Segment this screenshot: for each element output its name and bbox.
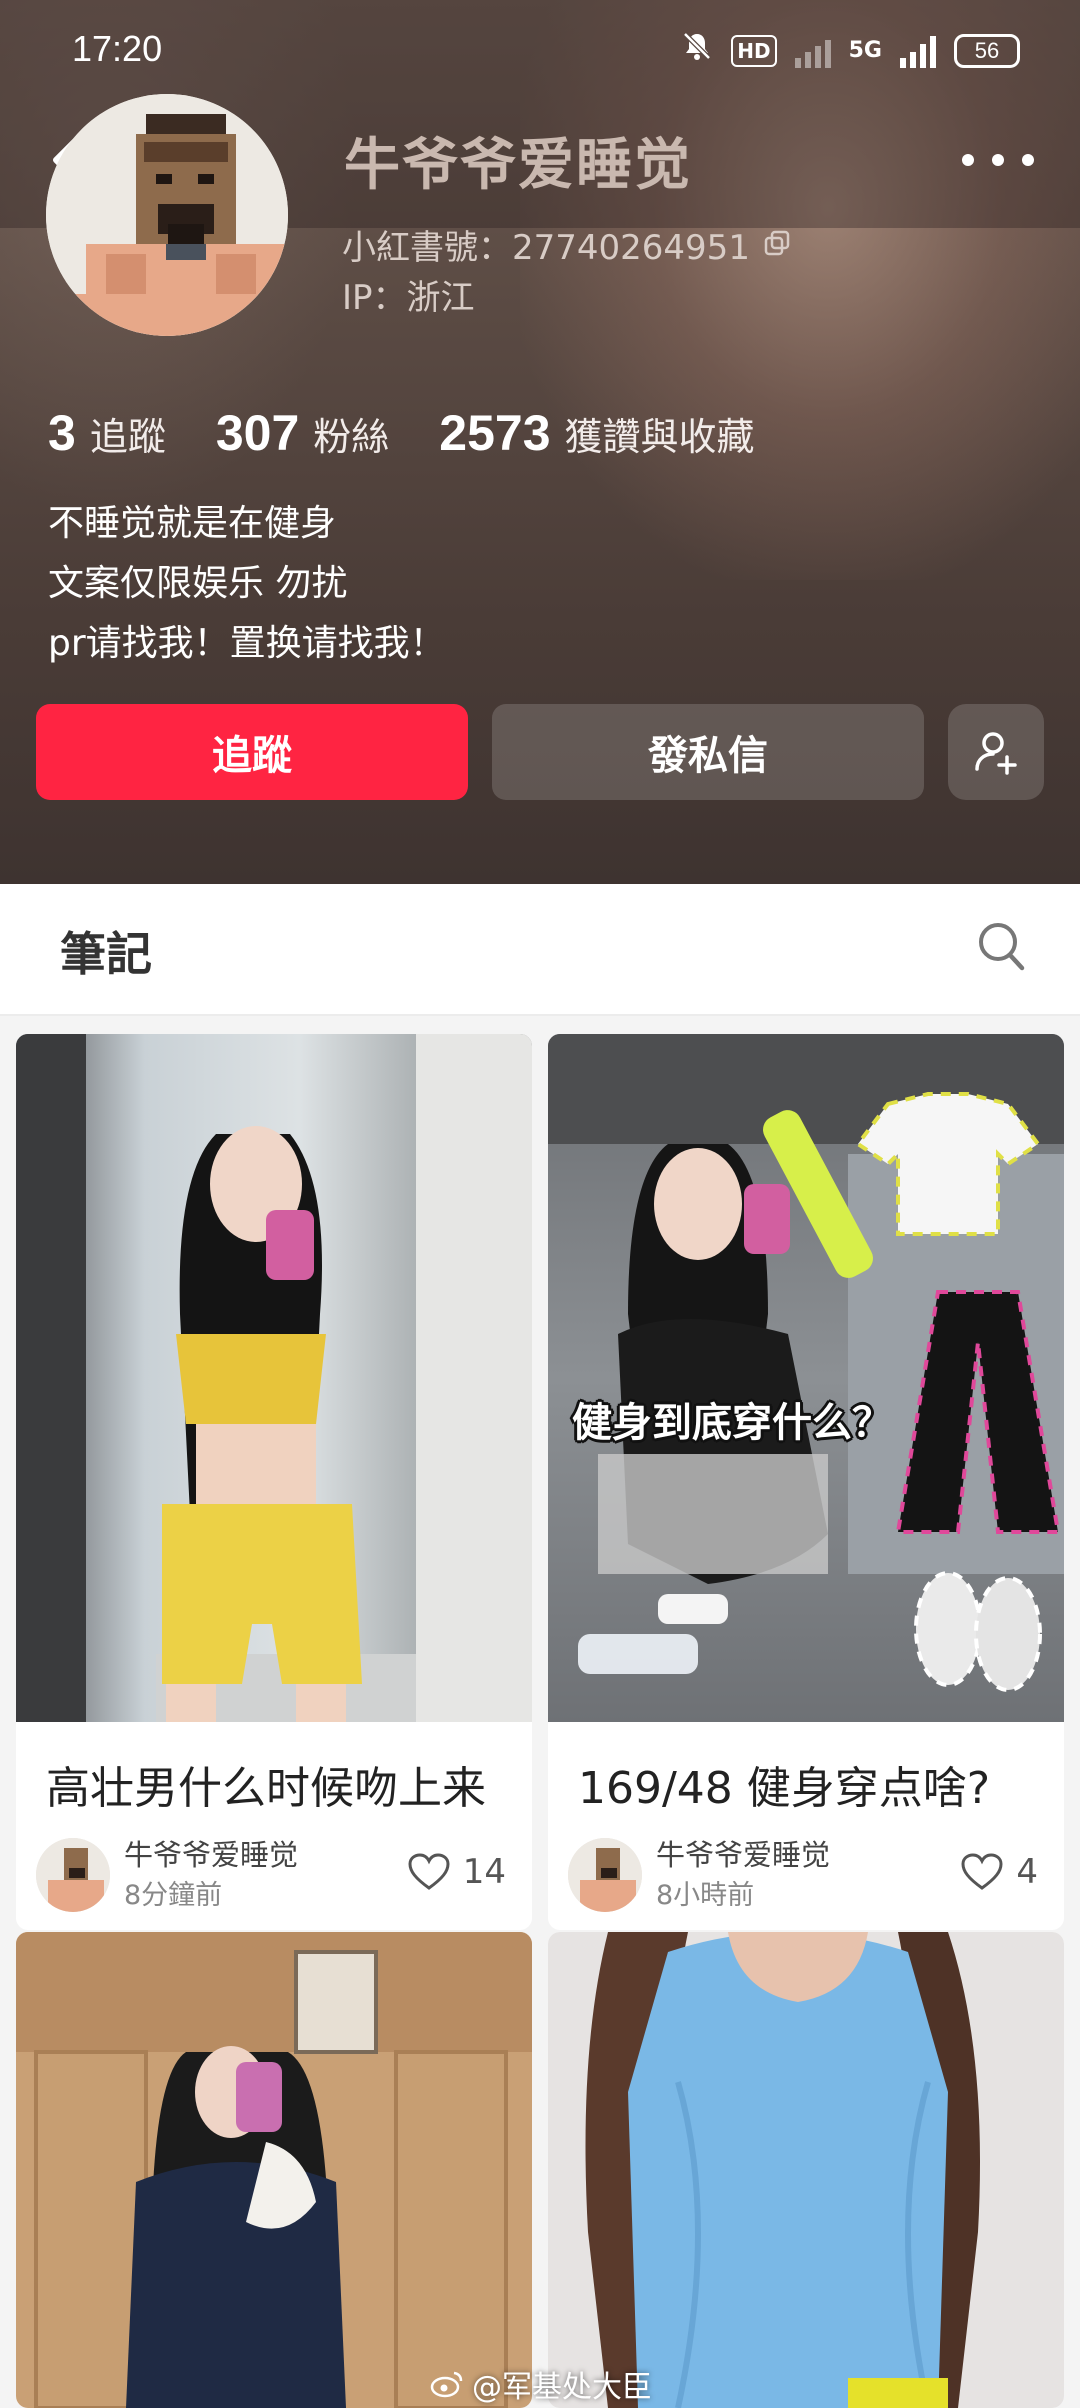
- note-title: 高壮男什么时候吻上来: [46, 1763, 486, 1814]
- tab-notes[interactable]: 筆記: [60, 918, 152, 984]
- profile-stats: 3 追蹤 307 粉絲 2573 獲讚與收藏: [48, 404, 805, 462]
- red-id: 小紅書號：27740264951: [342, 220, 790, 269]
- heart-icon: [408, 1853, 450, 1890]
- stat-followers[interactable]: 307 粉絲: [216, 404, 389, 462]
- post-time: 8小時前: [656, 1880, 755, 1911]
- bio-line: pr请找我！置换请找我！: [48, 623, 446, 664]
- avatar[interactable]: [46, 94, 288, 336]
- nickname: 牛爷爷爱睡觉: [344, 133, 692, 198]
- like-button[interactable]: 4: [960, 1852, 1038, 1892]
- hd-voice-icon: HD: [731, 34, 777, 67]
- clock: 17:20: [72, 28, 163, 69]
- stat-following[interactable]: 3 追蹤: [48, 404, 166, 462]
- signal-icon: [794, 34, 831, 68]
- note-card[interactable]: [16, 1932, 532, 2408]
- stat-likes-collections[interactable]: 2573 獲讚與收藏: [439, 404, 754, 462]
- add-friend-button[interactable]: [948, 704, 1044, 800]
- ip-location: IP：浙江: [342, 278, 475, 318]
- heart-icon: [961, 1853, 1003, 1890]
- profile-header: 17:20 HD 5G 56 牛爷爷爱睡觉 小紅書號：27740264951 I…: [0, 0, 1080, 884]
- status-bar: 17:20 HD 5G 56: [0, 0, 1080, 96]
- note-title: 169/48 健身穿点啥?: [578, 1763, 991, 1814]
- author-name: 牛爷爷爱睡觉: [656, 1838, 831, 1872]
- weibo-logo-icon: [430, 2371, 463, 2398]
- author-avatar: [36, 1838, 110, 1912]
- bio-line: 不睡觉就是在健身: [48, 503, 337, 544]
- bio-line: 文案仅限娱乐 勿扰: [48, 563, 348, 604]
- more-options-button[interactable]: [962, 140, 1034, 180]
- note-cover-image: [16, 1034, 532, 1722]
- note-cover-image: 健身到底穿什么？: [548, 1034, 1064, 1722]
- signal-strength-icon: [900, 34, 936, 68]
- mute-icon: [681, 30, 713, 71]
- author-name: 牛爷爷爱睡觉: [124, 1838, 299, 1872]
- more-dots-icon: [962, 154, 974, 166]
- note-author[interactable]: 牛爷爷爱睡觉 8小時前: [568, 1834, 830, 1916]
- cover-overlay-text: 健身到底穿什么？: [572, 1400, 892, 1446]
- author-avatar: [568, 1838, 642, 1912]
- notes-feed: 高壮男什么时候吻上来 牛爷爷爱睡觉 8分鐘前 14 健身到底穿什么？ 169/4…: [0, 1016, 1080, 2408]
- battery-icon: 56: [954, 33, 1020, 68]
- like-button[interactable]: 14: [407, 1852, 506, 1892]
- pixel-avatar-illustration: [46, 94, 288, 336]
- note-cover-image: [548, 1932, 1064, 2408]
- note-card[interactable]: [548, 1932, 1064, 2408]
- follow-button[interactable]: 追蹤: [36, 704, 468, 800]
- note-card[interactable]: 高壮男什么时候吻上来 牛爷爷爱睡觉 8分鐘前 14: [16, 1034, 532, 1930]
- search-icon: [979, 923, 1025, 971]
- bio: 不睡觉就是在健身 文案仅限娱乐 勿扰 pr请找我！置换请找我！: [48, 494, 446, 674]
- message-button[interactable]: 發私信: [492, 704, 924, 800]
- note-author[interactable]: 牛爷爷爱睡觉 8分鐘前: [36, 1834, 298, 1916]
- copy-icon[interactable]: [764, 225, 790, 265]
- network-type: 5G: [848, 37, 882, 63]
- notes-tab-bar: 筆記: [0, 884, 1080, 1016]
- like-count: 4: [1016, 1852, 1038, 1892]
- note-card[interactable]: 健身到底穿什么？ 169/48 健身穿点啥? 牛爷爷爱睡觉 8小時前 4: [548, 1034, 1064, 1930]
- watermark: @军基处大臣: [430, 2362, 652, 2406]
- note-cover-image: [16, 1932, 532, 2408]
- search-button[interactable]: [976, 920, 1026, 974]
- post-time: 8分鐘前: [124, 1880, 223, 1911]
- add-user-icon: [975, 732, 1017, 775]
- like-count: 14: [462, 1852, 506, 1892]
